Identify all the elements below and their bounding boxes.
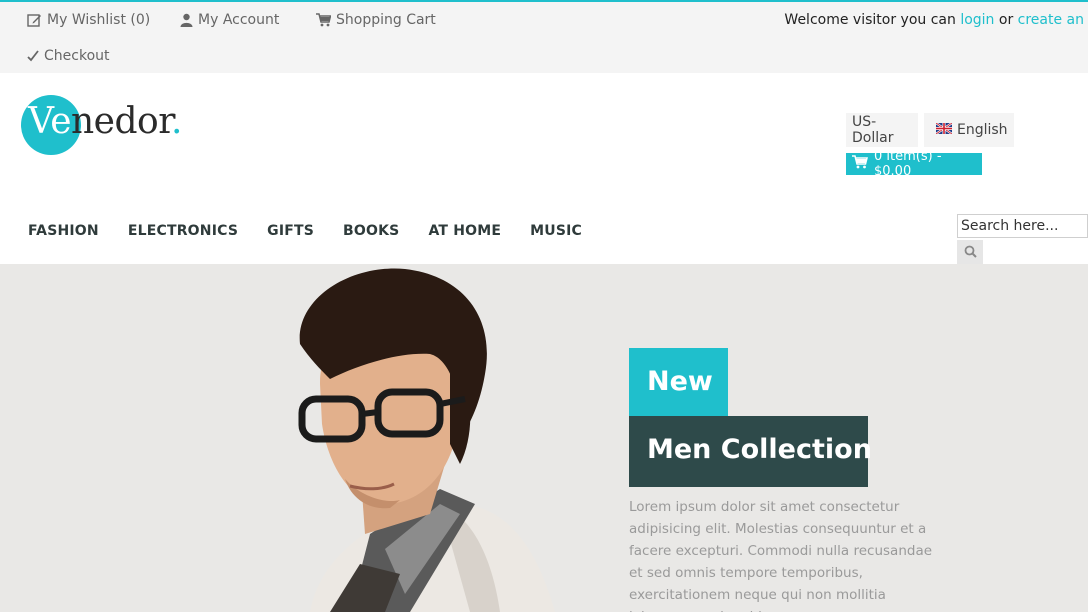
nav-item-electronics[interactable]: ELECTRONICS (128, 223, 238, 239)
nav-item-books[interactable]: BOOKS (343, 223, 399, 239)
collection-title: Men Collection (629, 416, 872, 487)
cart-icon (316, 13, 331, 27)
wishlist-label: My Wishlist (0) (47, 12, 151, 28)
nav-item-gifts[interactable]: GIFTS (267, 223, 314, 239)
model-photo (298, 268, 555, 612)
cart-summary-label: 0 item(s) - $0.00 (874, 149, 942, 179)
user-icon (180, 13, 193, 27)
check-icon (27, 50, 39, 62)
shopping-cart-label: Shopping Cart (336, 12, 436, 28)
logo-ve: Ve (28, 101, 72, 142)
checkout-label: Checkout (44, 48, 110, 64)
checkout-link[interactable]: Checkout (27, 48, 110, 64)
currency-label: US-Dollar (852, 114, 894, 146)
or-text: or (998, 12, 1014, 28)
language-label: English (957, 122, 1008, 138)
header: Venedor. US-Dollar English 0 item(s) - $… (0, 73, 1088, 264)
account-label: My Account (198, 12, 280, 28)
currency-selector[interactable]: US-Dollar (846, 113, 918, 147)
account-link[interactable]: My Account (180, 12, 279, 28)
wishlist-link[interactable]: My Wishlist (0) (27, 12, 150, 28)
search-button[interactable] (957, 240, 983, 264)
logo-text: Venedor. (28, 101, 182, 142)
banner-description: Lorem ipsum dolor sit amet consectetur a… (629, 499, 933, 612)
cart-icon (852, 155, 868, 173)
top-bar: My Wishlist (0) My Account Shopping Cart… (0, 0, 1088, 73)
welcome-text: Welcome visitor you can (784, 12, 956, 28)
logo-dot: . (170, 101, 182, 142)
shopping-cart-link[interactable]: Shopping Cart (316, 12, 436, 28)
uk-flag-icon (935, 122, 953, 138)
nav-item-fashion[interactable]: FASHION (28, 223, 99, 239)
new-tag: New (629, 348, 728, 416)
search-input[interactable]: Search here... (957, 214, 1088, 238)
nav-item-at-home[interactable]: AT HOME (428, 223, 501, 239)
login-link[interactable]: login (960, 12, 994, 28)
language-selector[interactable]: English (924, 113, 1014, 147)
logo-rest: nedor (71, 101, 171, 142)
create-account-link[interactable]: create an (1018, 12, 1084, 28)
nav-item-music[interactable]: MUSIC (530, 223, 582, 239)
main-nav: FASHION ELECTRONICS GIFTS BOOKS AT HOME … (28, 223, 611, 239)
search-icon (964, 243, 977, 262)
welcome-message: Welcome visitor you can login or create … (784, 12, 1084, 28)
edit-icon (27, 13, 42, 28)
cart-summary-button[interactable]: 0 item(s) - $0.00 (846, 149, 982, 179)
hero-banner[interactable]: New Men Collection Lorem ipsum dolor sit… (0, 264, 1088, 612)
